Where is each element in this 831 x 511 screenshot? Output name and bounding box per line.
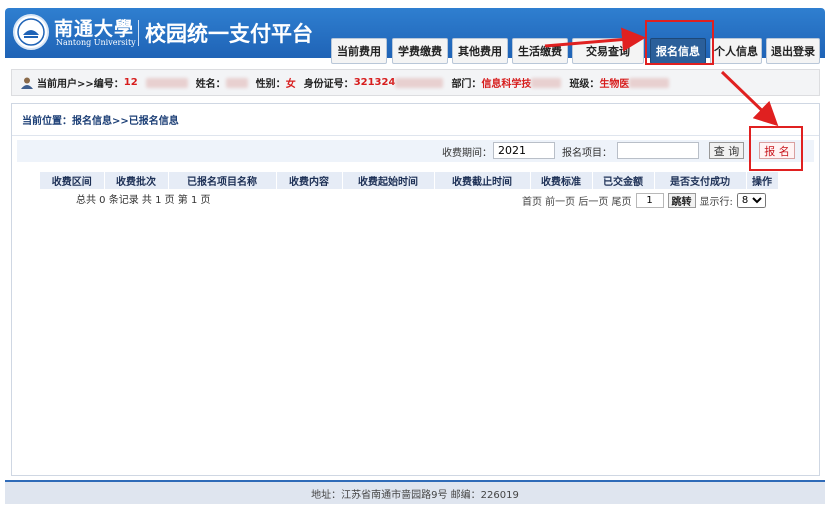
platform-title: 校园统一支付平台 — [145, 22, 313, 46]
col-end-time: 收费截止时间 — [434, 172, 531, 189]
gender-label: 性别： — [255, 79, 286, 90]
rows-select[interactable]: 8 — [736, 193, 766, 208]
user-icon — [21, 77, 33, 89]
query-button[interactable]: 查 询 — [709, 142, 744, 159]
nav-living-fees[interactable]: 生活缴费 — [512, 38, 568, 64]
title-divider — [138, 20, 139, 46]
jump-button[interactable]: 跳转 — [667, 193, 696, 208]
nav-transactions[interactable]: 交易查询 — [572, 38, 644, 64]
search-bar: 收费期间： 报名项目： 查 询 报 名 — [17, 140, 814, 162]
highlight-box-signup-button — [749, 126, 803, 171]
col-fee-standard: 收费标准 — [530, 172, 593, 189]
idcard-label: 身份证号： — [303, 79, 354, 90]
signup-table: 收费区间 收费批次 已报名项目名称 收费内容 收费起始时间 收费截止时间 收费标… — [40, 172, 779, 189]
user-id-value: 12 — [123, 77, 138, 88]
nav-tuition[interactable]: 学费缴费 — [392, 38, 448, 64]
university-logo — [13, 14, 49, 50]
col-project-name: 已报名项目名称 — [168, 172, 277, 189]
col-fee-content: 收费内容 — [276, 172, 343, 189]
table-header-row: 收费区间 收费批次 已报名项目名称 收费内容 收费起始时间 收费截止时间 收费标… — [40, 172, 779, 189]
university-name: 南通大學 — [54, 18, 135, 40]
col-start-time: 收费起始时间 — [342, 172, 435, 189]
class-value: 生物医 — [599, 79, 630, 90]
breadcrumb: 当前位置：报名信息>>已报名信息 — [12, 104, 819, 136]
dept-value: 信息科学技 — [481, 79, 532, 90]
highlight-box-signup-tab — [645, 20, 714, 65]
current-user-label: 当前用户>>编号： — [37, 79, 124, 90]
university-name-en: Nantong University — [56, 38, 136, 47]
period-label: 收费期间： — [442, 148, 492, 159]
user-info-bar: 当前用户>>编号： 12 姓名： 性别： 女 身份证号： 321324 部门： … — [11, 69, 820, 96]
class-label: 班级： — [569, 79, 600, 90]
col-fee-period: 收费区间 — [40, 172, 105, 189]
gender-value: 女 — [285, 79, 296, 90]
col-paid-amount: 已交金额 — [592, 172, 655, 189]
page-input[interactable] — [635, 193, 664, 208]
rows-label: 显示行: — [699, 197, 733, 208]
col-payment-status: 是否支付成功 — [654, 172, 747, 189]
period-input[interactable] — [493, 142, 555, 159]
item-input[interactable] — [617, 142, 699, 159]
item-label: 报名项目： — [562, 148, 612, 159]
name-label: 姓名： — [195, 79, 226, 90]
nav-other-fees[interactable]: 其他费用 — [452, 38, 508, 64]
dept-label: 部门： — [451, 79, 482, 90]
pager-links[interactable]: 首页 前一页 后一页 尾页 — [522, 193, 632, 208]
col-actions: 操作 — [746, 172, 779, 189]
idcard-value: 321324 — [353, 77, 396, 88]
nav-personal-info[interactable]: 个人信息 — [710, 38, 762, 64]
col-fee-batch: 收费批次 — [104, 172, 169, 189]
record-summary: 总共 0 条记录 共 1 页 第 1 页 — [76, 195, 211, 206]
pagination: 首页 前一页 后一页 尾页 跳转 显示行: 8 — [522, 193, 766, 208]
footer-address: 地址：江苏省南通市啬园路9号 邮编：226019 — [5, 480, 825, 504]
nav-logout[interactable]: 退出登录 — [766, 38, 820, 64]
nav-current-fees[interactable]: 当前费用 — [331, 38, 387, 64]
main-panel: 当前位置：报名信息>>已报名信息 收费期间： 报名项目： 查 询 报 名 收费区… — [11, 103, 820, 476]
